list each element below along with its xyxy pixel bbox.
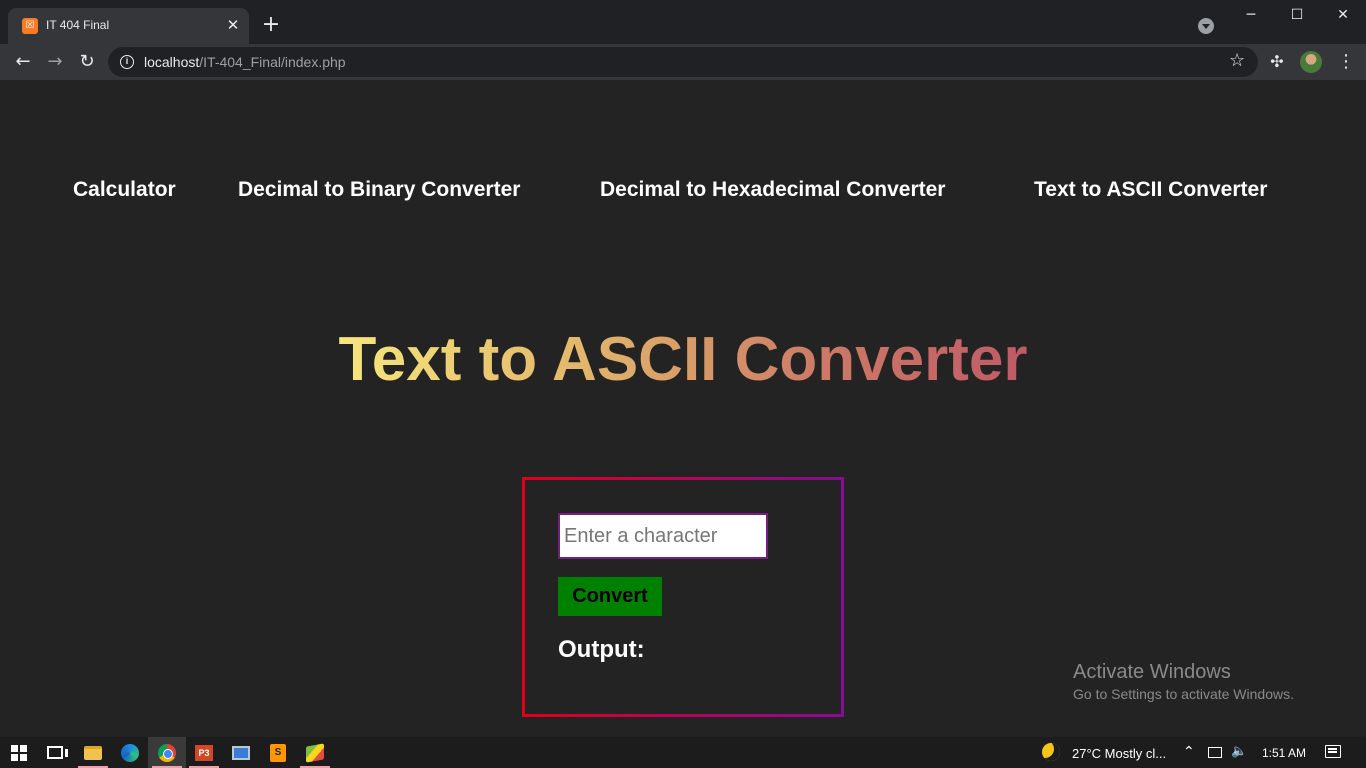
powerpoint-icon: P3: [195, 744, 213, 761]
taskbar-sublime-text[interactable]: S: [259, 737, 297, 768]
convert-button[interactable]: Convert: [558, 577, 662, 616]
taskbar-bluestacks[interactable]: [296, 737, 334, 768]
browser-menu-icon[interactable]: ⋮: [1336, 51, 1356, 73]
nav-link-text-to-ascii[interactable]: Text to ASCII Converter: [1034, 178, 1267, 202]
volume-icon[interactable]: 🔈: [1231, 742, 1247, 762]
taskbar-chrome[interactable]: [148, 737, 186, 768]
taskbar-remote-desktop[interactable]: [222, 737, 260, 768]
browser-tab[interactable]: ☒ IT 404 Final ✕: [8, 8, 249, 44]
sublime-text-icon: S: [270, 743, 286, 762]
maximize-icon[interactable]: ☐: [1274, 0, 1320, 30]
task-view-button[interactable]: [36, 737, 74, 768]
weather-moon-icon[interactable]: [1042, 743, 1060, 761]
network-icon[interactable]: [1208, 747, 1222, 758]
page-title: Text to ASCII Converter: [0, 320, 1366, 400]
extensions-puzzle-icon[interactable]: ✣: [1268, 53, 1286, 71]
start-button[interactable]: [0, 737, 38, 768]
top-navigation: Calculator Decimal to Binary Converter D…: [0, 178, 1366, 202]
address-bar[interactable]: i localhost/IT-404_Final/index.php ☆: [108, 47, 1258, 77]
activate-windows-subtitle: Go to Settings to activate Windows.: [1073, 686, 1294, 702]
bookmark-star-icon[interactable]: ☆: [1229, 50, 1245, 72]
file-explorer-icon: [84, 745, 102, 760]
minimize-icon[interactable]: ─: [1228, 0, 1274, 30]
window-close-icon[interactable]: ✕: [1320, 0, 1366, 30]
nav-link-decimal-to-hex[interactable]: Decimal to Hexadecimal Converter: [600, 178, 945, 202]
tab-search-icon[interactable]: [1198, 18, 1214, 34]
character-input[interactable]: [558, 513, 768, 559]
edge-icon: [121, 743, 139, 762]
browser-toolbar: ← → ↻ i localhost/IT-404_Final/index.php…: [0, 44, 1366, 80]
weather-text[interactable]: 27°C Mostly cl...: [1072, 746, 1166, 761]
taskbar-powerpoint[interactable]: P3: [185, 737, 223, 768]
reload-icon[interactable]: ↻: [74, 49, 100, 75]
remote-desktop-icon: [232, 745, 250, 760]
page-title-text: Text to ASCII Converter: [338, 325, 1028, 394]
nav-link-calculator[interactable]: Calculator: [73, 178, 176, 202]
page-viewport: Calculator Decimal to Binary Converter D…: [0, 80, 1366, 737]
tab-close-icon[interactable]: ✕: [223, 16, 243, 36]
browser-tabstrip: ☒ IT 404 Final ✕ + ─ ☐ ✕: [0, 0, 1366, 44]
tab-title: IT 404 Final: [46, 18, 110, 32]
output-label: Output:: [558, 636, 645, 663]
forward-arrow-icon[interactable]: →: [42, 49, 68, 75]
back-arrow-icon[interactable]: ←: [10, 49, 36, 75]
task-view-icon: [47, 746, 68, 759]
tray-chevron-up-icon[interactable]: ⌃: [1183, 742, 1195, 762]
chrome-icon: [158, 743, 176, 762]
activate-windows-watermark: Activate Windows Go to Settings to activ…: [1073, 660, 1294, 704]
url-text: localhost/IT-404_Final/index.php: [144, 54, 346, 70]
windows-taskbar: P3 S 27°C Mostly cl... ⌃ 🔈 1:51 AM: [0, 737, 1366, 768]
bluestacks-icon: [306, 742, 324, 763]
notification-center-icon[interactable]: [1325, 745, 1341, 758]
converter-form-box: Convert Output:: [522, 477, 844, 717]
nav-link-decimal-to-binary[interactable]: Decimal to Binary Converter: [238, 178, 520, 202]
taskbar-file-explorer[interactable]: [74, 737, 112, 768]
system-clock[interactable]: 1:51 AM: [1262, 746, 1306, 760]
site-info-icon[interactable]: i: [120, 55, 134, 69]
url-path: /IT-404_Final/index.php: [199, 54, 346, 70]
profile-avatar[interactable]: [1300, 51, 1322, 73]
taskbar-edge[interactable]: [111, 737, 149, 768]
windows-logo-icon: [11, 744, 27, 761]
new-tab-icon[interactable]: +: [259, 14, 283, 38]
url-host: localhost: [144, 54, 200, 70]
xampp-favicon-icon: ☒: [22, 18, 38, 34]
activate-windows-title: Activate Windows: [1073, 661, 1231, 683]
